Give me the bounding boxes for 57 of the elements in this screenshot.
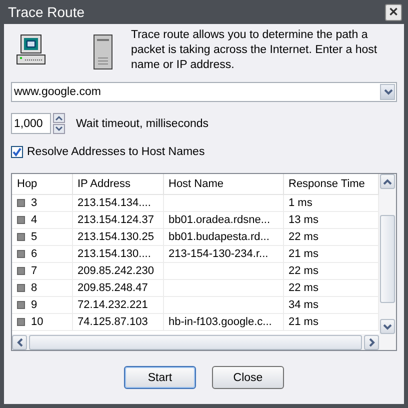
chevron-down-icon bbox=[384, 89, 393, 95]
table-cell: 213-154-130-234.r... bbox=[163, 246, 283, 262]
table-cell: 22 ms bbox=[283, 262, 378, 280]
table-cell: bb01.oradea.rdsne... bbox=[163, 212, 283, 228]
server-icon bbox=[93, 34, 113, 70]
timeout-field[interactable]: 1,000 bbox=[11, 113, 51, 134]
table-cell: bb01.budapesta.rd... bbox=[163, 228, 283, 246]
hop-number: 4 bbox=[31, 214, 38, 226]
table-cell: 209.85.242.230 bbox=[72, 262, 163, 280]
table-cell: 21 ms bbox=[283, 314, 378, 330]
column-header[interactable]: Host Name bbox=[163, 174, 283, 194]
scroll-left-button[interactable] bbox=[12, 334, 27, 350]
hop-number: 9 bbox=[31, 299, 38, 311]
table-cell: 34 ms bbox=[283, 296, 378, 314]
table-cell: 72.14.232.221 bbox=[72, 296, 163, 314]
column-header[interactable]: Response Time bbox=[283, 174, 378, 194]
checkbox-label: Resolve Addresses to Host Names bbox=[27, 146, 205, 158]
hop-number: 5 bbox=[31, 231, 38, 243]
hop-number: 10 bbox=[31, 316, 44, 328]
resolve-checkbox[interactable] bbox=[11, 146, 23, 158]
chevron-down-icon bbox=[383, 324, 392, 330]
table-cell: 13 ms bbox=[283, 212, 378, 228]
hop-number: 6 bbox=[31, 248, 38, 260]
chevron-up-icon bbox=[383, 178, 392, 184]
computer-icon bbox=[15, 34, 47, 66]
scroll-up-button[interactable] bbox=[380, 174, 395, 189]
table-cell: 21 ms bbox=[283, 246, 378, 262]
close-button[interactable]: ✕ bbox=[385, 4, 402, 20]
start-button[interactable]: Start bbox=[124, 366, 196, 389]
hop-number: 8 bbox=[31, 282, 38, 294]
scroll-thumb[interactable] bbox=[29, 334, 362, 350]
close-button[interactable]: Close bbox=[212, 366, 284, 389]
spin-down-icon[interactable] bbox=[53, 124, 65, 134]
scroll-thumb[interactable] bbox=[380, 215, 395, 303]
table-cell: 22 ms bbox=[283, 228, 378, 246]
hop-number: 7 bbox=[31, 265, 38, 277]
spin-up-icon[interactable] bbox=[53, 113, 65, 123]
window-title: Trace Route bbox=[7, 4, 85, 20]
table-cell: 1 ms bbox=[283, 194, 378, 212]
table-cell: 213.154.124.37 bbox=[72, 212, 163, 228]
table-cell: 209.85.248.47 bbox=[72, 280, 163, 296]
table-cell: 213.154.134.... bbox=[72, 194, 163, 212]
scroll-down-button[interactable] bbox=[380, 319, 395, 334]
chevron-left-icon bbox=[16, 338, 22, 346]
description-text: Trace route allows you to determine the path a packet is taking across the Internet. Enter a host name or IP address. bbox=[131, 28, 378, 73]
column-header[interactable]: IP Address bbox=[72, 174, 163, 194]
hop-number: 3 bbox=[31, 197, 38, 209]
host-field[interactable]: www.google.com bbox=[11, 82, 397, 102]
table-cell: hb-in-f103.google.c... bbox=[163, 314, 283, 330]
scroll-right-button[interactable] bbox=[364, 334, 379, 350]
table-cell: 22 ms bbox=[283, 280, 378, 296]
table-cell: 213.154.130.25 bbox=[72, 228, 163, 246]
column-header[interactable]: Hop bbox=[12, 174, 72, 194]
timeout-label: Wait timeout, milliseconds bbox=[76, 118, 209, 130]
table-cell: 74.125.87.103 bbox=[72, 314, 163, 330]
table-cell: 213.154.130.... bbox=[72, 246, 163, 262]
chevron-right-icon bbox=[368, 338, 374, 346]
